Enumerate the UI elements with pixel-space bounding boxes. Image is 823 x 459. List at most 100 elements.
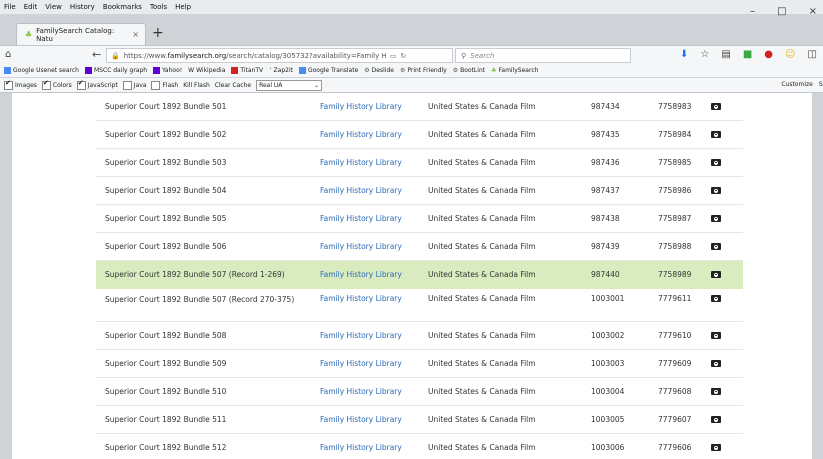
lock-icon: 🔒: [111, 51, 120, 60]
new-tab-button[interactable]: +: [152, 25, 164, 41]
search-bar[interactable]: ⚲ Search: [455, 48, 631, 63]
wikipedia-icon: W: [188, 67, 195, 74]
camera-body: [711, 271, 721, 278]
library-link[interactable]: Family History Library: [320, 242, 402, 251]
tab-familysearch[interactable]: ♣ FamilySearch Catalog: Natu ×: [16, 23, 146, 45]
camera-icon[interactable]: [711, 131, 721, 139]
library-link[interactable]: Family History Library: [320, 331, 402, 340]
toolbar-overflow-label[interactable]: St: [819, 81, 823, 88]
library-link[interactable]: Family History Library: [320, 186, 402, 195]
record-title: Superior Court 1892 Bundle 502: [105, 130, 227, 139]
images-toggle[interactable]: Images: [4, 79, 37, 90]
camera-icon[interactable]: [711, 388, 721, 396]
library-link[interactable]: Family History Library: [320, 270, 402, 279]
library-link[interactable]: Family History Library: [320, 130, 402, 139]
bookmark-item[interactable]: ⁷ Zap2it: [269, 67, 293, 74]
kill-flash-button[interactable]: Kill Flash: [183, 82, 210, 89]
back-arrow-icon[interactable]: ←: [92, 48, 101, 61]
sidebar-icon[interactable]: ◫: [807, 49, 816, 60]
bookmark-item[interactable]: W Wikipedia: [188, 67, 225, 74]
clipboard-icon[interactable]: ▤: [721, 49, 730, 60]
camera-icon[interactable]: [711, 332, 721, 340]
reader-view-icon[interactable]: ▭: [390, 52, 397, 60]
item-number: 7758986: [658, 186, 692, 195]
table-row: Superior Court 1892 Bundle 505 Family His…: [96, 205, 743, 233]
maximize-button[interactable]: □: [777, 6, 786, 17]
flash-toggle[interactable]: Flash: [151, 80, 178, 90]
download-icon[interactable]: ⬇: [680, 49, 688, 60]
menu-file[interactable]: File: [4, 3, 16, 11]
camera-icon[interactable]: [711, 360, 721, 368]
table-row: Superior Court 1892 Bundle 507 (Record 1…: [96, 261, 743, 289]
minimize-button[interactable]: –: [750, 6, 755, 17]
clear-cache-button[interactable]: Clear Cache: [215, 82, 251, 89]
library-link[interactable]: Family History Library: [320, 359, 402, 368]
bookmark-item[interactable]: MSCC daily graph: [84, 67, 147, 74]
user-agent-select[interactable]: Real UA ⌄: [256, 79, 323, 91]
bookmark-item[interactable]: ⚙ BootLint: [453, 67, 485, 74]
close-tab-icon[interactable]: ×: [132, 30, 139, 39]
reload-icon[interactable]: ↻: [400, 52, 406, 60]
close-window-button[interactable]: ×: [809, 6, 817, 17]
bookmark-item[interactable]: ♣ FamilySearch: [491, 67, 538, 74]
table-row: Superior Court 1892 Bundle 507 (Record 2…: [96, 289, 743, 322]
checkbox-unchecked-icon: [151, 80, 161, 90]
search-placeholder: Search: [470, 51, 495, 60]
java-toggle[interactable]: Java: [122, 80, 146, 90]
checkbox-unchecked-icon: [122, 80, 132, 90]
camera-icon[interactable]: [711, 215, 721, 223]
library-link[interactable]: Family History Library: [320, 294, 402, 303]
tab-title: FamilySearch Catalog: Natu: [36, 26, 115, 43]
adblock-icon[interactable]: ●: [764, 49, 773, 60]
library-link[interactable]: Family History Library: [320, 158, 402, 167]
bookmark-item[interactable]: ⚙ Print Friendly: [400, 67, 447, 74]
menu-tools[interactable]: Tools: [150, 3, 167, 11]
bookmark-item[interactable]: ⚙ Deslide: [364, 67, 394, 74]
camera-icon[interactable]: [711, 444, 721, 452]
url-bar[interactable]: 🔒 https://www.familysearch.org/search/ca…: [106, 48, 453, 63]
menu-edit[interactable]: Edit: [24, 3, 38, 11]
library-link[interactable]: Family History Library: [320, 387, 402, 396]
bookmark-star-icon[interactable]: ☆: [700, 49, 709, 60]
collection-name: United States & Canada Film: [428, 415, 536, 424]
colors-toggle[interactable]: Colors: [41, 79, 72, 90]
library-link[interactable]: Family History Library: [320, 214, 402, 223]
camera-icon[interactable]: [711, 271, 721, 279]
camera-icon[interactable]: [711, 103, 721, 111]
library-link[interactable]: Family History Library: [320, 415, 402, 424]
javascript-toggle[interactable]: JavaScript: [76, 79, 118, 90]
camera-icon[interactable]: [711, 243, 721, 251]
familysearch-tree-icon: ♣: [491, 67, 497, 74]
film-number: 987436: [591, 158, 620, 167]
bookmark-item[interactable]: Google Translate: [298, 67, 358, 74]
menu-help[interactable]: Help: [175, 3, 191, 11]
bookmarklet-icon: ⚙: [399, 67, 406, 74]
bookmarklet-icon: ⚙: [452, 67, 459, 74]
camera-icon[interactable]: [711, 187, 721, 195]
menu-history[interactable]: History: [70, 3, 95, 11]
bookmark-item[interactable]: Google Usenet search: [4, 67, 79, 74]
table-row: Superior Court 1892 Bundle 503 Family His…: [96, 149, 743, 177]
bookmarks-bar: Google Usenet search MSCC daily graph Ya…: [0, 64, 823, 77]
record-title: Superior Court 1892 Bundle 503: [105, 158, 227, 167]
home-icon[interactable]: ⌂: [5, 49, 11, 60]
bookmark-item[interactable]: Yahoo!: [153, 67, 182, 74]
camera-icon[interactable]: [711, 159, 721, 167]
film-number: 1003004: [591, 387, 625, 396]
library-link[interactable]: Family History Library: [320, 102, 402, 111]
collection-name: United States & Canada Film: [428, 130, 536, 139]
camera-icon[interactable]: [711, 295, 721, 303]
table-row: Superior Court 1892 Bundle 501 Family His…: [96, 93, 743, 121]
extension-green-icon[interactable]: ■: [743, 49, 752, 60]
smiley-icon[interactable]: ☺: [785, 49, 795, 60]
customize-button[interactable]: Customize: [781, 81, 813, 88]
menu-bookmarks[interactable]: Bookmarks: [103, 3, 142, 11]
menu-view[interactable]: View: [45, 3, 62, 11]
film-number: 1003002: [591, 331, 625, 340]
library-link[interactable]: Family History Library: [320, 443, 402, 452]
extension-toolbar: Images Colors JavaScript Java Flash Kill…: [0, 78, 823, 93]
navigation-bar: ⌂ ← 🔒 https://www.familysearch.org/searc…: [0, 45, 823, 65]
chevron-down-icon: ⌄: [314, 81, 320, 89]
camera-icon[interactable]: [711, 416, 721, 424]
bookmark-item[interactable]: TitanTV: [231, 67, 263, 74]
